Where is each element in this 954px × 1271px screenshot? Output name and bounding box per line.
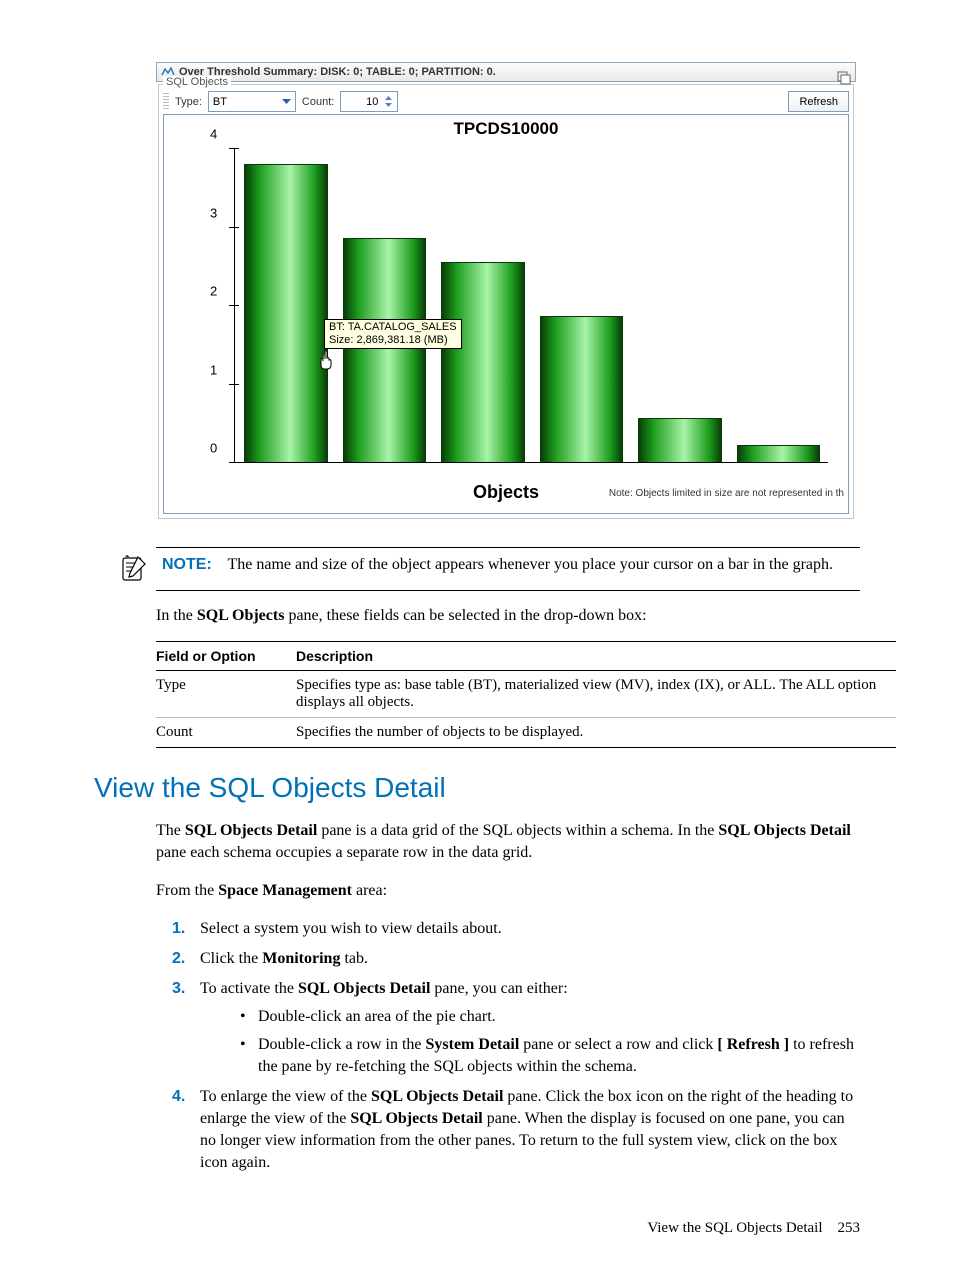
note-rule-top (156, 547, 860, 548)
chart-bars (244, 149, 820, 462)
intro-paragraph: In the SQL Objects pane, these fields ca… (156, 605, 860, 627)
list-item: 2. Click the Monitoring tab. (172, 948, 860, 970)
list-item: 3. To activate the SQL Objects Detail pa… (172, 978, 860, 1078)
cursor-hand-icon (318, 349, 338, 375)
sql-objects-screenshot: Over Threshold Summary: DISK: 0; TABLE: … (156, 62, 856, 519)
table-row: Type Specifies type as: base table (BT),… (156, 671, 896, 718)
toolbar-grip-icon (163, 93, 169, 111)
y-tick-label: 1 (210, 362, 217, 377)
window-titlebar: Over Threshold Summary: DISK: 0; TABLE: … (156, 62, 856, 82)
type-select[interactable]: BT (208, 91, 296, 112)
y-tick-label: 3 (210, 205, 217, 220)
list-item: 4. To enlarge the view of the SQL Object… (172, 1086, 860, 1174)
note-icon (120, 554, 148, 582)
page-footer: View the SQL Objects Detail 253 (647, 1220, 860, 1237)
tooltip-line: Size: 2,869,381.18 (MB) (329, 334, 448, 346)
y-tick-label: 4 (210, 127, 217, 142)
chart-footnote: Note: Objects limited in size are not re… (609, 488, 844, 499)
note-body: The name and size of the object appears … (228, 556, 834, 573)
list-item: Double-click an area of the pie chart. (236, 1006, 860, 1028)
chart-bar[interactable] (638, 418, 722, 462)
chart-title: TPCDS10000 (164, 119, 848, 139)
section-heading: View the SQL Objects Detail (94, 772, 860, 804)
table-cell: Specifies type as: base table (BT), mate… (296, 677, 896, 711)
groupbox-label: SQL Objects (163, 76, 231, 88)
footer-page-number: 253 (838, 1220, 861, 1236)
type-select-value: BT (213, 96, 227, 108)
section-paragraph: From the Space Management area: (156, 880, 860, 902)
spin-down-icon[interactable] (382, 101, 395, 108)
table-header: Field or Option (156, 648, 296, 664)
list-item: Double-click a row in the System Detail … (236, 1034, 860, 1078)
sql-objects-groupbox: SQL Objects Type: BT Count: 10 (158, 84, 854, 519)
note-label: NOTE: (162, 556, 212, 573)
note-text: NOTE: The name and size of the object ap… (162, 554, 833, 576)
chart-plot-area: 0 1 2 3 4 (234, 149, 828, 463)
refresh-button[interactable]: Refresh (788, 91, 849, 112)
note-rule-bottom (156, 590, 860, 591)
count-label: Count: (302, 96, 334, 108)
table-cell: Specifies the number of objects to be di… (296, 724, 896, 741)
maximize-box-icon[interactable] (837, 71, 851, 85)
chart-tooltip: BT: TA.CATALOG_SALES Size: 2,869,381.18 … (324, 319, 462, 349)
y-tick-label: 0 (210, 441, 217, 456)
chart: TPCDS10000 Object Size (MB) (10^6) 0 1 2… (163, 114, 849, 514)
count-spinner[interactable]: 10 (340, 91, 398, 112)
chevron-down-icon (280, 95, 293, 108)
x-axis (234, 462, 828, 463)
spin-up-icon[interactable] (382, 94, 395, 101)
chart-bar[interactable] (540, 316, 624, 462)
footer-title: View the SQL Objects Detail (647, 1220, 822, 1236)
chart-bar[interactable] (343, 238, 427, 462)
count-value: 10 (366, 96, 378, 108)
chart-bar[interactable] (441, 262, 525, 462)
sub-bullets: Double-click an area of the pie chart. D… (236, 1006, 860, 1078)
steps-list: 1. Select a system you wish to view deta… (172, 918, 860, 1174)
section-paragraph: The SQL Objects Detail pane is a data gr… (156, 820, 860, 864)
tooltip-line: BT: TA.CATALOG_SALES (329, 321, 457, 333)
list-item: 1. Select a system you wish to view deta… (172, 918, 860, 940)
table-row: Count Specifies the number of objects to… (156, 718, 896, 747)
chart-bar[interactable] (737, 445, 821, 462)
toolbar: Type: BT Count: 10 Refresh (163, 91, 849, 112)
chart-bar[interactable] (244, 164, 328, 462)
y-axis (234, 149, 235, 463)
table-cell: Count (156, 724, 296, 741)
y-tick-label: 2 (210, 284, 217, 299)
options-table: Field or Option Description Type Specifi… (156, 641, 896, 748)
table-header: Description (296, 648, 896, 664)
type-label: Type: (175, 96, 202, 108)
table-header-row: Field or Option Description (156, 642, 896, 671)
table-cell: Type (156, 677, 296, 711)
